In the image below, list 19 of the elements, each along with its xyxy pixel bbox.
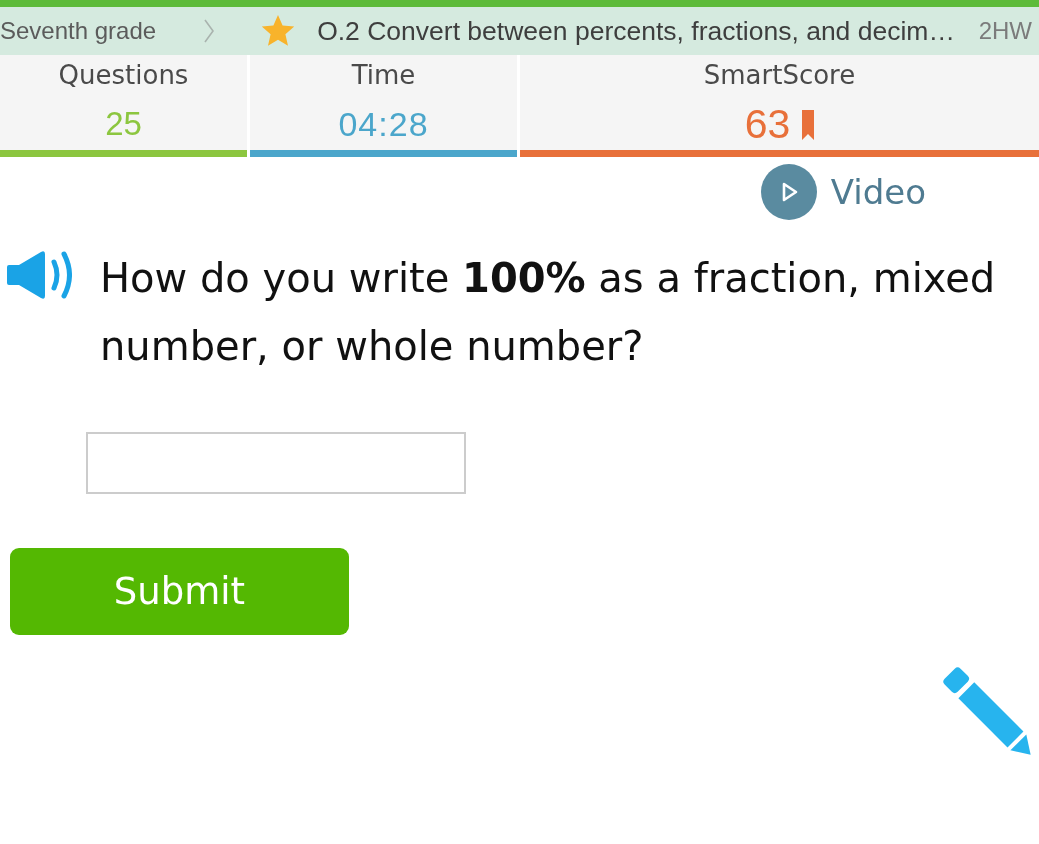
pencil-icon[interactable] [941, 665, 1033, 757]
stat-value: 04:28 [338, 104, 429, 145]
answer-field[interactable] [86, 432, 466, 494]
speaker-icon[interactable] [5, 250, 72, 300]
question-text: How do you write 100% as a fraction, mixed number, or whole number? [100, 254, 997, 371]
grade-link[interactable]: Seventh grade [0, 17, 157, 45]
play-icon [760, 164, 817, 220]
submit-button[interactable]: Submit [10, 548, 349, 635]
stat-label: Questions [58, 59, 189, 92]
skill-title: O.2 Convert between percents, fractions, and decim… [317, 15, 956, 47]
stat-value: 63 [744, 100, 791, 149]
video-button[interactable]: Video [760, 164, 926, 220]
chevron-right-icon [204, 19, 215, 43]
assignment-label: 2HW [978, 17, 1032, 45]
stat-value: 25 [105, 104, 142, 144]
stat-label: SmartScore [703, 59, 856, 92]
bookmark-icon [802, 110, 815, 140]
stat-label: Time [351, 59, 416, 92]
star-icon [261, 15, 296, 47]
